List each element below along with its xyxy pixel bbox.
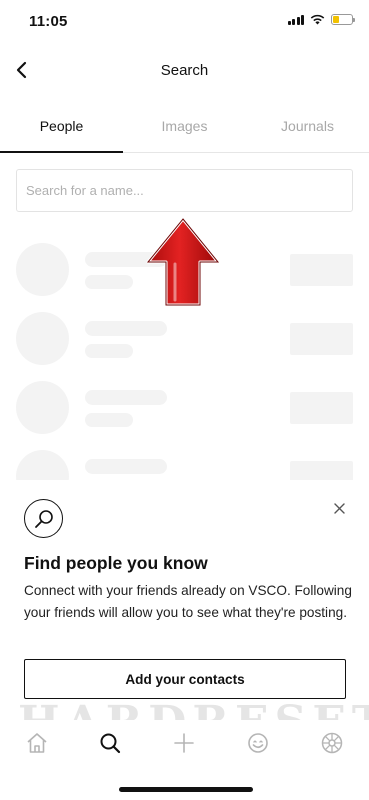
wifi-icon [310, 14, 325, 25]
skeleton-avatar [16, 381, 69, 434]
skeleton-follow-button [290, 323, 353, 355]
skeleton-row [0, 376, 369, 445]
status-bar: 11:05 [0, 0, 369, 44]
page-title: Search [160, 62, 209, 79]
search-input[interactable] [17, 170, 352, 211]
home-indicator[interactable] [119, 787, 253, 792]
tab-images[interactable]: Images [123, 100, 246, 152]
skeleton-subtitle [85, 275, 133, 289]
skeleton-subtitle [85, 413, 133, 427]
prompt-body: Connect with your friends already on VSC… [24, 583, 352, 620]
smiley-icon[interactable] [245, 730, 271, 756]
search-icon [24, 499, 63, 538]
skeleton-row [0, 307, 369, 376]
skeleton-avatar [16, 243, 69, 296]
add-contacts-button[interactable]: Add your contacts [24, 659, 346, 699]
settings-icon[interactable] [319, 730, 345, 756]
tab-bar-top: People Images Journals [0, 100, 369, 153]
tab-journals[interactable]: Journals [246, 100, 369, 152]
search-field-container [16, 169, 353, 212]
status-time: 11:05 [29, 13, 68, 30]
tab-people[interactable]: People [0, 100, 123, 153]
skeleton-name [85, 459, 167, 474]
skeleton-name [85, 321, 167, 336]
signal-icon [287, 14, 304, 25]
close-icon [333, 502, 345, 514]
search-icon[interactable] [97, 730, 123, 756]
nav-bar: Search [0, 44, 369, 96]
skeleton-subtitle [85, 344, 133, 358]
skeleton-avatar [16, 312, 69, 365]
status-icons [287, 14, 355, 25]
battery-icon [331, 14, 355, 25]
skeleton-follow-button [290, 254, 353, 286]
red-arrow-up-icon [146, 217, 220, 307]
prompt-title: Find people you know [24, 553, 208, 573]
find-people-card: Find people you know Connect with your f… [0, 480, 369, 720]
skeleton-name [85, 390, 167, 405]
skeleton-follow-button [290, 392, 353, 424]
close-button[interactable] [331, 500, 347, 516]
plus-icon[interactable] [171, 730, 197, 756]
home-icon[interactable] [24, 730, 50, 756]
